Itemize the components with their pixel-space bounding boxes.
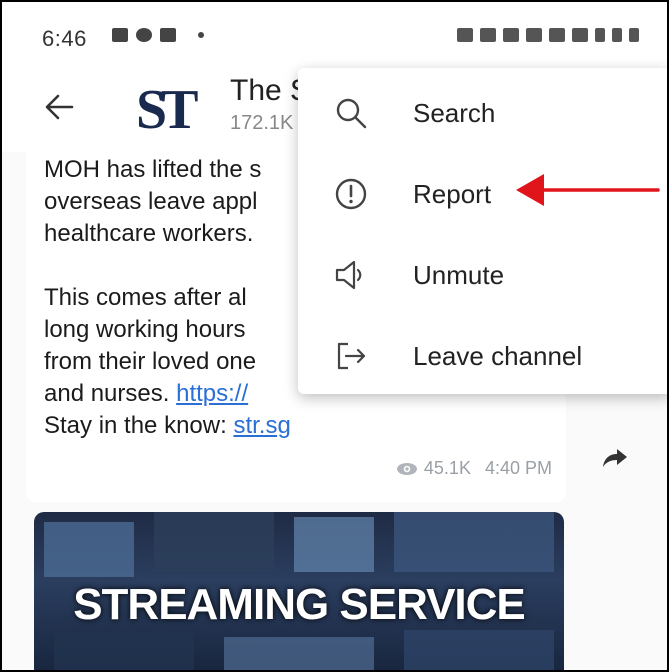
- menu-item-unmute[interactable]: Unmute: [298, 234, 667, 314]
- back-arrow-icon[interactable]: [42, 90, 76, 124]
- app-notification-icon: [160, 28, 176, 42]
- wifi-icon: [549, 28, 565, 42]
- screenshot-frame: 6:46 ST The S 172.1K MOH has lifted the …: [0, 0, 669, 672]
- notification-icons: [112, 28, 204, 42]
- status-bar: 6:46: [2, 2, 667, 62]
- channel-logo[interactable]: ST: [136, 82, 198, 138]
- article-link[interactable]: https://: [176, 380, 248, 407]
- menu-label-leave-channel: Leave channel: [413, 341, 583, 371]
- messenger-icon: [136, 28, 152, 42]
- view-count: 45.1K: [423, 458, 471, 478]
- eye-icon: [396, 462, 417, 475]
- system-icons: [457, 28, 639, 42]
- annotation-arrow-icon: [516, 174, 660, 206]
- message-meta: 45.1K 4:40 PM: [396, 458, 552, 479]
- menu-item-leave-channel[interactable]: Leave channel: [298, 315, 667, 395]
- signal-icon: [595, 28, 605, 42]
- site-link[interactable]: str.sg: [233, 412, 290, 439]
- menu-item-search[interactable]: Search: [298, 72, 667, 152]
- menu-label-report: Report: [413, 179, 492, 209]
- message-text-prefix: and nurses.: [44, 380, 177, 407]
- media-preview[interactable]: STREAMING SERVICE: [34, 512, 564, 670]
- status-time: 6:46: [42, 26, 87, 51]
- stay-in-know: Stay in the know: str.sg: [44, 412, 291, 440]
- leave-icon: [337, 342, 366, 370]
- lock-icon: [457, 28, 473, 42]
- bluetooth-icon: [480, 28, 496, 42]
- share-icon[interactable]: [600, 442, 630, 472]
- signal-2-icon: [612, 28, 622, 42]
- stay-prefix: Stay in the know:: [44, 412, 234, 439]
- alarm-icon: [503, 28, 519, 42]
- report-icon: [335, 178, 367, 210]
- media-overlay-text: STREAMING SERVICE: [73, 580, 526, 629]
- search-icon: [336, 98, 367, 129]
- hotspot-icon: [572, 28, 588, 42]
- menu-label-unmute: Unmute: [413, 260, 505, 290]
- more-notifications-icon: [198, 32, 204, 38]
- gallery-icon: [112, 28, 128, 42]
- mute-icon: [526, 28, 542, 42]
- battery-icon: [629, 28, 639, 42]
- message-time: 4:40 PM: [484, 458, 552, 478]
- overflow-menu: Search Report Unmute Leave channel: [298, 68, 667, 395]
- menu-label-search: Search: [413, 98, 496, 128]
- speaker-icon: [335, 260, 362, 290]
